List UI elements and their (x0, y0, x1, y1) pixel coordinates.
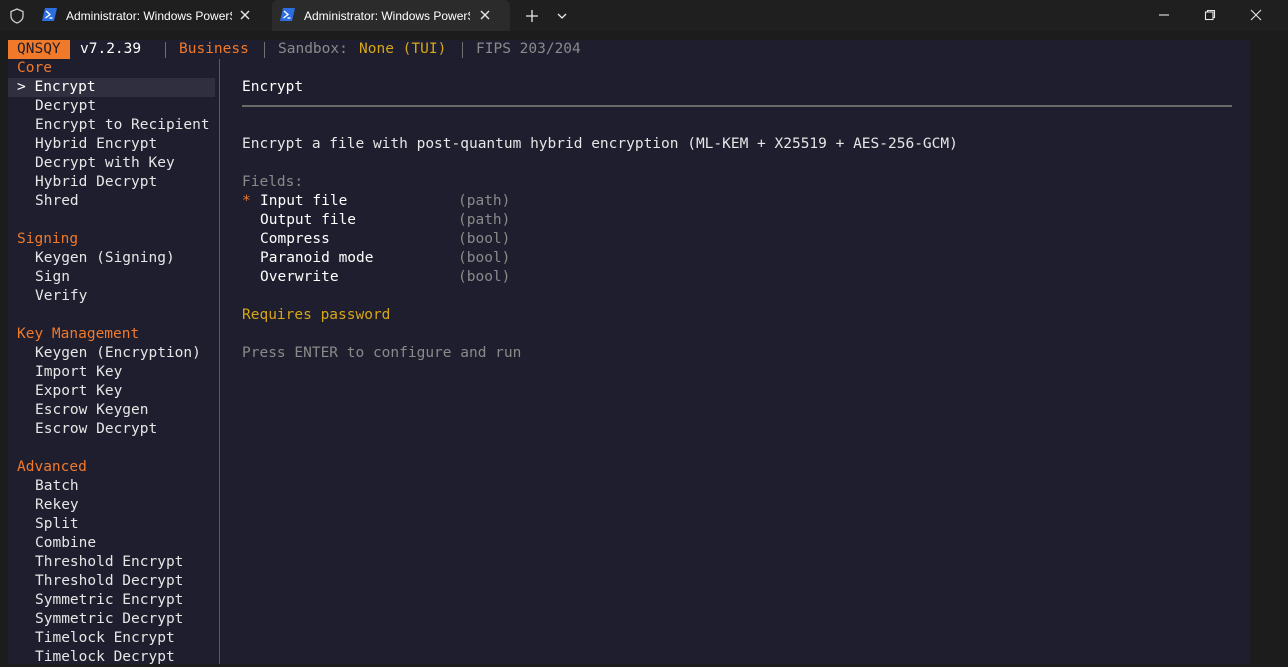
sidebar-item-import-key[interactable]: Import Key (35, 363, 122, 382)
sidebar-menu: Core > Encrypt Decrypt Encrypt to Recipi… (8, 59, 219, 667)
sidebar-item-decrypt-with-key[interactable]: Decrypt with Key (35, 154, 175, 173)
category-advanced: Advanced (17, 459, 87, 475)
sidebar-item-hybrid-decrypt[interactable]: Hybrid Decrypt (35, 173, 157, 192)
sidebar-item-timelock-encrypt[interactable]: Timelock Encrypt (35, 629, 175, 648)
status-bar: QNSQY v7.2.39 Business Sandbox: None (TU… (8, 40, 1250, 59)
restore-button[interactable] (1196, 4, 1224, 26)
sidebar-item-export-key[interactable]: Export Key (35, 382, 122, 401)
sidebar-item-combine[interactable]: Combine (35, 534, 96, 553)
run-hint: Press ENTER to configure and run (242, 345, 522, 361)
tab-label: Administrator: Windows PowerShell (66, 9, 232, 23)
restore-icon (1204, 9, 1216, 21)
sidebar-item-encrypt[interactable]: > Encrypt (8, 78, 215, 97)
sidebar-item-shred[interactable]: Shred (35, 192, 79, 211)
field-type: (bool) (458, 231, 511, 247)
sidebar-item-threshold-decrypt[interactable]: Threshold Decrypt (35, 572, 183, 591)
password-note: Requires password (242, 307, 391, 323)
tab-label: Administrator: Windows PowerShell (304, 9, 470, 23)
selection-cursor: > (17, 79, 26, 95)
field-name-paranoid-mode: Paranoid mode (260, 250, 374, 266)
sidebar-item-batch[interactable]: Batch (35, 477, 79, 496)
sidebar-item-rekey[interactable]: Rekey (35, 496, 79, 515)
command-description: Encrypt a file with post-quantum hybrid … (242, 136, 958, 152)
powershell-icon (42, 8, 57, 21)
minimize-icon (1159, 14, 1169, 16)
shield-icon (8, 7, 26, 25)
tab-powershell-1[interactable]: Administrator: Windows PowerShell (34, 0, 270, 31)
sidebar-item-encrypt-to-recipient[interactable]: Encrypt to Recipient (35, 116, 210, 135)
category-key-management: Key Management (17, 326, 140, 342)
terminal-area[interactable]: QNSQY v7.2.39 Business Sandbox: None (TU… (0, 31, 1288, 667)
window-titlebar: Administrator: Windows PowerShell Admini… (0, 0, 1288, 31)
sidebar-item-symmetric-encrypt[interactable]: Symmetric Encrypt (35, 591, 183, 610)
field-name-output-file: Output file (260, 212, 357, 228)
sidebar-item-threshold-encrypt[interactable]: Threshold Encrypt (35, 553, 183, 572)
sidebar-item-verify[interactable]: Verify (35, 287, 87, 306)
powershell-icon (280, 8, 295, 21)
sidebar-item-split[interactable]: Split (35, 515, 79, 534)
minimize-button[interactable] (1150, 4, 1178, 26)
sidebar-item-sign[interactable]: Sign (35, 268, 70, 287)
field-type: (bool) (458, 250, 511, 266)
field-name-compress: Compress (260, 231, 330, 247)
close-tab-icon[interactable] (478, 8, 492, 22)
required-marker: * (242, 193, 251, 209)
sandbox-value: None (TUI) (359, 41, 447, 57)
category-core: Core (17, 60, 52, 76)
category-signing: Signing (17, 231, 79, 247)
sidebar-item-label: Encrypt (34, 79, 96, 95)
brand-badge: QNSQY (8, 40, 70, 59)
sidebar-item-keygen-encryption[interactable]: Keygen (Encryption) (35, 344, 201, 363)
field-name-overwrite: Overwrite (260, 269, 339, 285)
sidebar-item-escrow-decrypt[interactable]: Escrow Decrypt (35, 420, 157, 439)
field-type: (path) (458, 212, 511, 228)
close-window-button[interactable] (1242, 4, 1270, 26)
status-separator (264, 42, 265, 58)
detail-panel: Encrypt Encrypt a file with post-quantum… (220, 59, 1250, 664)
close-icon (1250, 9, 1262, 21)
sidebar-item-keygen-signing[interactable]: Keygen (Signing) (35, 249, 175, 268)
sidebar-item-hybrid-encrypt[interactable]: Hybrid Encrypt (35, 135, 157, 154)
status-separator (462, 42, 463, 58)
qnsqy-tui: QNSQY v7.2.39 Business Sandbox: None (TU… (8, 40, 1250, 667)
title-divider (242, 105, 1232, 107)
tier-label: Business (179, 41, 249, 57)
fips-label: FIPS 203/204 (476, 41, 581, 57)
field-type: (path) (458, 193, 511, 209)
sidebar-item-escrow-keygen[interactable]: Escrow Keygen (35, 401, 149, 420)
version-label: v7.2.39 (80, 41, 142, 57)
tab-dropdown-button[interactable] (552, 6, 572, 26)
field-name-input-file: Input file (260, 193, 348, 209)
sandbox-label: Sandbox: (278, 41, 348, 57)
close-tab-icon[interactable] (238, 8, 252, 22)
field-type: (bool) (458, 269, 511, 285)
new-tab-button[interactable] (522, 6, 542, 26)
fields-label: Fields: (242, 174, 304, 190)
plus-icon (526, 10, 538, 22)
panel-title: Encrypt (242, 79, 304, 95)
status-separator (165, 42, 166, 58)
sidebar-item-timelock-decrypt[interactable]: Timelock Decrypt (35, 648, 175, 667)
sidebar-item-symmetric-decrypt[interactable]: Symmetric Decrypt (35, 610, 183, 629)
sidebar-item-decrypt[interactable]: Decrypt (35, 97, 96, 116)
tab-powershell-2[interactable]: Administrator: Windows PowerShell (272, 0, 510, 31)
chevron-down-icon (557, 13, 567, 19)
